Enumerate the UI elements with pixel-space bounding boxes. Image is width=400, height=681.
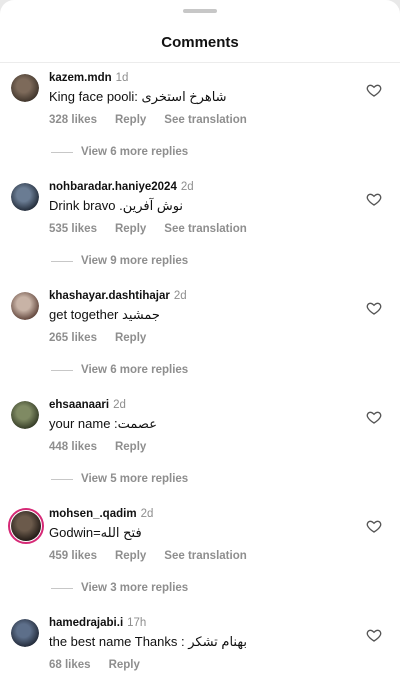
header-divider [0, 62, 400, 63]
avatar-image [11, 292, 39, 320]
comment-meta: kazem.mdn 1d [49, 72, 128, 84]
avatar-image [11, 183, 39, 211]
comment-actions: 535 likes Reply See translation [49, 223, 265, 235]
reply-button[interactable]: Reply [115, 332, 146, 344]
timestamp: 17h [127, 617, 147, 629]
drag-handle[interactable] [183, 9, 217, 13]
reply-button[interactable]: Reply [115, 114, 146, 126]
comment-text: the best name Thanks : بهنام تشکر [49, 634, 247, 649]
heart-icon[interactable] [366, 409, 382, 425]
username-link[interactable]: khashayar.dashtihajar [49, 290, 170, 302]
view-replies-button[interactable]: View 6 more replies [51, 364, 188, 376]
view-replies-button[interactable]: View 6 more replies [51, 146, 188, 158]
comment-item: khashayar.dashtihajar 2d get together جمش… [0, 290, 400, 399]
comment-meta: khashayar.dashtihajar 2d [49, 290, 187, 302]
username-link[interactable]: mohsen_.qadim [49, 508, 137, 520]
likes-count[interactable]: 459 likes [49, 550, 97, 562]
likes-count[interactable]: 68 likes [49, 659, 91, 671]
replies-line [51, 478, 73, 480]
comment-text: get together جمشید [49, 307, 160, 322]
username-link[interactable]: ehsaanaari [49, 399, 109, 411]
replies-line [51, 260, 73, 262]
see-translation-button[interactable]: See translation [164, 223, 246, 235]
comment-text: your name :عصمت [49, 416, 157, 431]
comment-item: kazem.mdn 1d King face pooli: شاهرخ استخر… [0, 72, 400, 181]
avatar[interactable] [11, 74, 39, 102]
comment-meta: nohbaradar.haniye2024 2d [49, 181, 194, 193]
heart-icon[interactable] [366, 82, 382, 98]
view-replies-label: View 6 more replies [81, 146, 189, 158]
view-replies-label: View 5 more replies [81, 473, 189, 485]
avatar[interactable] [11, 401, 39, 429]
avatar[interactable] [11, 619, 39, 647]
comment-item: nohbaradar.haniye2024 2d Drink bravo .نوش… [0, 181, 400, 290]
likes-count[interactable]: 265 likes [49, 332, 97, 344]
reply-button[interactable]: Reply [109, 659, 140, 671]
view-replies-label: View 9 more replies [81, 255, 189, 267]
view-replies-button[interactable]: View 9 more replies [51, 255, 188, 267]
view-replies-button[interactable]: View 3 more replies [51, 582, 188, 594]
heart-icon[interactable] [366, 191, 382, 207]
avatar-image [11, 511, 41, 541]
heart-icon[interactable] [366, 300, 382, 316]
avatar[interactable] [11, 292, 39, 320]
comments-sheet: Comments kazem.mdn 1d King face pooli: شا… [0, 0, 400, 681]
avatar-image [11, 401, 39, 429]
timestamp: 2d [113, 399, 126, 411]
timestamp: 2d [173, 290, 187, 302]
avatar[interactable] [11, 183, 39, 211]
comment-item: hamedrajabi.i 17h the best name Thanks : … [0, 617, 400, 681]
heart-icon[interactable] [366, 627, 382, 643]
timestamp: 2d [140, 508, 154, 520]
comment-meta: hamedrajabi.i 17h [49, 617, 146, 629]
replies-line [51, 151, 73, 153]
username-link[interactable]: nohbaradar.haniye2024 [49, 181, 177, 193]
timestamp: 1d [115, 72, 129, 84]
view-replies-label: View 6 more replies [81, 364, 189, 376]
comment-actions: 328 likes Reply See translation [49, 114, 265, 126]
username-link[interactable]: kazem.mdn [49, 72, 112, 84]
see-translation-button[interactable]: See translation [164, 550, 246, 562]
comment-actions: 459 likes Reply See translation [49, 550, 265, 562]
see-translation-button[interactable]: See translation [164, 114, 246, 126]
comment-meta: mohsen_.qadim 2d [49, 508, 153, 520]
username-link[interactable]: hamedrajabi.i [49, 617, 123, 629]
replies-line [51, 587, 73, 589]
comment-meta: ehsaanaari 2d [49, 399, 126, 411]
page-title: Comments [161, 34, 239, 51]
comment-text: King face pooli: شاهرخ استخری [49, 89, 227, 104]
reply-button[interactable]: Reply [115, 441, 146, 453]
comment-actions: 68 likes Reply [49, 659, 158, 671]
likes-count[interactable]: 535 likes [49, 223, 97, 235]
view-replies-label: View 3 more replies [81, 582, 189, 594]
reply-button[interactable]: Reply [115, 223, 146, 235]
view-replies-button[interactable]: View 5 more replies [51, 473, 188, 485]
heart-icon[interactable] [366, 518, 382, 534]
comment-text: Godwin=فتح الله [49, 525, 142, 540]
likes-count[interactable]: 328 likes [49, 114, 97, 126]
avatar-image [11, 74, 39, 102]
timestamp: 2d [180, 181, 194, 193]
comment-actions: 265 likes Reply [49, 332, 164, 344]
comment-item: ehsaanaari 2d your name :عصمت 448 likes Re… [0, 399, 400, 508]
reply-button[interactable]: Reply [115, 550, 146, 562]
comment-actions: 448 likes Reply [49, 441, 164, 453]
replies-line [51, 369, 73, 371]
comment-item: mohsen_.qadim 2d Godwin=فتح الله 459 like… [0, 508, 400, 617]
comment-text: Drink bravo .نوش آفرین [49, 198, 184, 213]
likes-count[interactable]: 448 likes [49, 441, 97, 453]
avatar-image [11, 619, 39, 647]
avatar-with-story-ring[interactable] [8, 508, 44, 544]
